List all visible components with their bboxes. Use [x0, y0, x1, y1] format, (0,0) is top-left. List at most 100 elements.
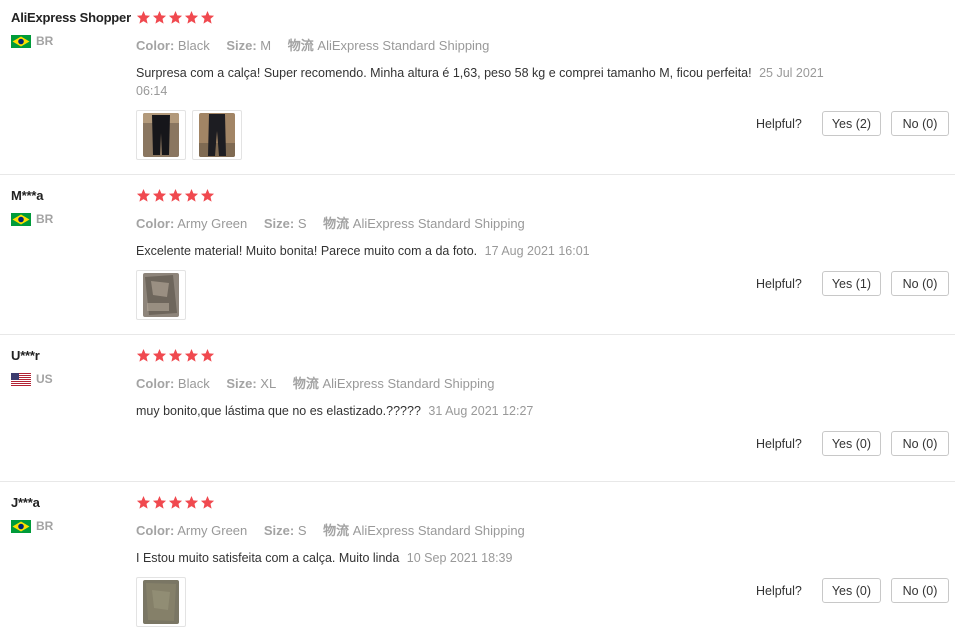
color-label: Color: — [136, 38, 175, 53]
country-code: US — [36, 372, 53, 386]
review-content: Color: Army Green Size: S 物流 AliExpress … — [136, 495, 856, 627]
star-rating — [136, 188, 856, 204]
helpful-votes: Helpful? Yes (1) No (0) — [756, 271, 949, 296]
helpful-votes: Helpful? Yes (0) No (0) — [756, 431, 949, 456]
helpful-votes: Helpful? Yes (2) No (0) — [756, 111, 949, 136]
reviewer-info: U***r US — [11, 348, 131, 386]
review-image-thumbnail[interactable] — [136, 577, 186, 627]
reviewer-name: M***a — [11, 188, 44, 203]
review-item: M***a BR Color: Army Green Size: S 物流 Al… — [0, 178, 955, 335]
helpful-no-button[interactable]: No (0) — [891, 431, 949, 456]
review-text: Excelente material! Muito bonita! Parece… — [136, 242, 856, 260]
helpful-yes-button[interactable]: Yes (0) — [821, 431, 881, 456]
review-images — [136, 110, 856, 160]
reviewer-info: M***a BR — [11, 188, 131, 226]
color-label: Color: — [136, 523, 175, 538]
review-body: Excelente material! Muito bonita! Parece… — [136, 244, 478, 258]
helpful-yes-button[interactable]: Yes (1) — [821, 271, 881, 296]
shipping-label: 物流 — [323, 216, 350, 231]
star-rating — [136, 10, 856, 26]
star-icon — [200, 495, 215, 509]
color-value: Black — [177, 376, 210, 391]
black-pants-photo — [143, 113, 179, 157]
star-icon — [136, 495, 151, 509]
country-code: BR — [36, 212, 54, 226]
star-icon — [168, 348, 183, 362]
shipping-label: 物流 — [292, 376, 319, 391]
review-date: 17 Aug 2021 16:01 — [484, 244, 590, 258]
star-rating — [136, 495, 856, 511]
star-icon — [152, 348, 167, 362]
star-icon — [200, 188, 215, 202]
color-label: Color: — [136, 376, 175, 391]
reviewer-country: BR — [11, 34, 131, 48]
review-item: J***a BR Color: Army Green Size: S 物流 Al… — [0, 485, 955, 631]
helpful-label: Helpful? — [755, 583, 802, 598]
review-meta: Color: Army Green Size: S 物流 AliExpress … — [136, 213, 856, 232]
us-flag-icon — [11, 372, 31, 386]
review-images — [136, 577, 856, 627]
brazil-flag-icon — [11, 519, 31, 533]
star-icon — [200, 10, 215, 24]
review-item: U***r US Color: Black Size: XL 物流 AliExp… — [0, 338, 955, 482]
color-value: Black — [177, 38, 210, 53]
helpful-no-button[interactable]: No (0) — [891, 111, 949, 136]
size-value: XL — [260, 376, 277, 391]
helpful-no-button[interactable]: No (0) — [891, 271, 949, 296]
size-label: Size: — [226, 376, 257, 391]
star-icon — [168, 10, 183, 24]
brazil-flag-icon — [11, 34, 31, 48]
review-text: Surpresa com a calça! Super recomendo. M… — [136, 64, 856, 100]
reviewer-country: BR — [11, 212, 131, 226]
shipping-value: AliExpress Standard Shipping — [352, 523, 525, 538]
shipping-value: AliExpress Standard Shipping — [322, 376, 495, 391]
star-icon — [136, 188, 151, 202]
reviewer-name: J***a — [11, 495, 40, 510]
star-icon — [184, 188, 199, 202]
reviewer-country: BR — [11, 519, 131, 533]
reviewer-name: AliExpress Shopper — [11, 10, 131, 25]
review-image-thumbnail[interactable] — [136, 110, 186, 160]
star-icon — [168, 188, 183, 202]
review-content: Color: Army Green Size: S 物流 AliExpress … — [136, 188, 856, 320]
star-icon — [184, 495, 199, 509]
helpful-label: Helpful? — [755, 436, 802, 451]
review-content: Color: Black Size: XL 物流 AliExpress Stan… — [136, 348, 856, 420]
helpful-no-button[interactable]: No (0) — [891, 578, 949, 603]
size-label: Size: — [263, 216, 295, 231]
reviewer-info: AliExpress Shopper BR — [11, 10, 131, 48]
star-icon — [152, 10, 167, 24]
brazil-flag-icon — [11, 212, 31, 226]
star-icon — [168, 495, 183, 509]
star-icon — [152, 495, 167, 509]
country-code: BR — [36, 519, 54, 533]
size-value: M — [260, 38, 272, 53]
star-icon — [200, 348, 215, 362]
helpful-yes-button[interactable]: Yes (2) — [821, 111, 881, 136]
review-content: Color: Black Size: M 物流 AliExpress Stand… — [136, 10, 856, 160]
green-pants-photo — [143, 580, 179, 624]
review-text: muy bonito,que lástima que no es elastiz… — [136, 402, 856, 420]
color-value: Army Green — [177, 523, 248, 538]
star-icon — [152, 188, 167, 202]
size-label: Size: — [226, 38, 257, 53]
star-icon — [184, 348, 199, 362]
shipping-value: AliExpress Standard Shipping — [352, 216, 525, 231]
shipping-value: AliExpress Standard Shipping — [317, 38, 490, 53]
star-icon — [136, 10, 151, 24]
review-body: Surpresa com a calça! Super recomendo. M… — [136, 66, 752, 80]
size-value: S — [297, 523, 307, 538]
reviewer-country: US — [11, 372, 131, 386]
review-image-thumbnail[interactable] — [136, 270, 186, 320]
review-date: 31 Aug 2021 12:27 — [428, 404, 534, 418]
review-body: muy bonito,que lástima que no es elastiz… — [136, 404, 421, 418]
review-images — [136, 270, 856, 320]
shipping-label: 物流 — [323, 523, 350, 538]
helpful-yes-button[interactable]: Yes (0) — [821, 578, 881, 603]
review-image-thumbnail[interactable] — [192, 110, 242, 160]
review-list: AliExpress Shopper BR Color: Black Size:… — [0, 0, 960, 631]
review-date: 10 Sep 2021 18:39 — [406, 551, 513, 565]
size-value: S — [297, 216, 307, 231]
star-rating — [136, 348, 856, 364]
reviewer-name: U***r — [11, 348, 40, 363]
